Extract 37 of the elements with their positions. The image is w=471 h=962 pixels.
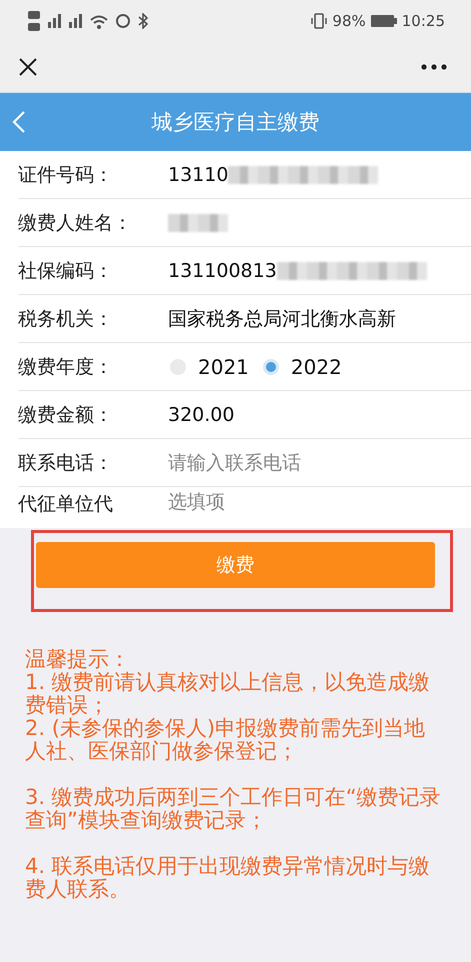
- back-icon[interactable]: [12, 110, 26, 134]
- page-title: 城乡医疗自主缴费: [152, 109, 320, 136]
- field-label: 代征单位代: [18, 492, 114, 517]
- notice-text: 4. 联系电话仅用于出现缴费异常情况时与缴费人联系。: [25, 855, 431, 901]
- field-label: 税务机关：: [18, 306, 114, 332]
- field-value: 13110: [168, 164, 228, 186]
- notice-text: 2. (未参保的参保人)申报缴费前需先到当地人社、医保部门做参保登记；: [25, 717, 426, 763]
- field-label: 证件号码：: [18, 162, 114, 188]
- field-value: 国家税务总局河北衡水高新: [168, 306, 396, 332]
- alarm-icon: [116, 14, 130, 28]
- field-value: 320.00: [168, 404, 234, 426]
- hd-icon: [28, 11, 40, 31]
- radio-label: 2022: [290, 354, 342, 378]
- notice-text: 3. 缴费成功后两到三个工作日可在“缴费记录查询”模块查询缴费记录；: [25, 786, 441, 832]
- clock-time: 10:25: [402, 12, 445, 30]
- field-value: 131100813: [168, 260, 277, 282]
- radio-button[interactable]: [262, 358, 279, 374]
- field-label: 社保编码：: [18, 258, 114, 284]
- signal-icon: [69, 14, 82, 28]
- input-field[interactable]: 请输入联系电话: [168, 452, 428, 474]
- signal-icon: [48, 14, 61, 28]
- more-icon[interactable]: [421, 64, 447, 70]
- close-icon[interactable]: [18, 57, 38, 77]
- battery-icon: [370, 15, 397, 27]
- field-label: 联系电话：: [18, 450, 114, 476]
- input-field[interactable]: 选填项: [168, 491, 428, 513]
- vibrate-icon: [311, 13, 328, 29]
- field-label: 缴费金额：: [18, 402, 114, 428]
- field-label: 缴费人姓名：: [18, 210, 133, 236]
- wifi-icon: [90, 14, 108, 28]
- notice-title: 温馨提示：: [25, 648, 131, 671]
- field-label: 缴费年度：: [18, 354, 114, 380]
- pay-button[interactable]: 缴费: [36, 542, 435, 588]
- notice-text: 1. 缴费前请认真核对以上信息，以免造成缴费错误；: [25, 671, 431, 717]
- radio-label: 2021: [198, 354, 249, 378]
- battery-percent: 98%: [332, 12, 366, 30]
- bluetooth-icon: [138, 13, 148, 29]
